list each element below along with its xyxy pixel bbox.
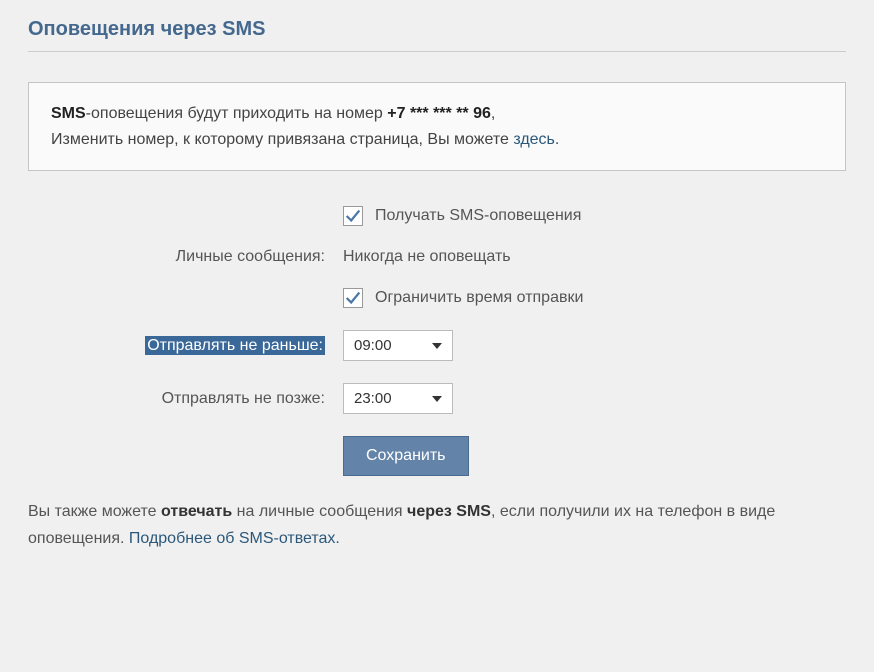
footer-bold-reply: отвечать <box>161 503 232 520</box>
footer-bold-sms: через SMS <box>407 503 491 520</box>
send-after-label: Отправлять не раньше: <box>145 337 325 355</box>
caret-down-icon <box>432 396 442 402</box>
save-button[interactable]: Сохранить <box>343 436 469 476</box>
caret-down-icon <box>432 343 442 349</box>
sms-replies-link[interactable]: Подробнее об SMS-ответах. <box>129 530 340 547</box>
change-number-link[interactable]: здесь. <box>513 131 559 148</box>
info-text-2: Изменить номер, к которому привязана стр… <box>51 131 513 148</box>
send-after-value: 09:00 <box>354 337 392 354</box>
send-after-select[interactable]: 09:00 <box>343 330 453 361</box>
send-before-value: 23:00 <box>354 390 392 407</box>
personal-messages-value[interactable]: Никогда не оповещать <box>343 248 511 266</box>
personal-messages-label: Личные сообщения: <box>98 248 343 266</box>
checkmark-icon <box>344 289 362 307</box>
info-phone-number: +7 *** *** ** 96 <box>387 105 491 122</box>
send-before-select[interactable]: 23:00 <box>343 383 453 414</box>
section-title: Оповещения через SMS <box>28 18 846 52</box>
footer-text: Вы также можете отвечать на личные сообщ… <box>28 498 846 552</box>
info-box: SMS-оповещения будут приходить на номер … <box>28 82 846 171</box>
info-text-1: -оповещения будут приходить на номер <box>86 105 388 122</box>
receive-sms-label: Получать SMS-оповещения <box>375 207 581 225</box>
receive-sms-checkbox[interactable] <box>343 206 363 226</box>
send-before-label: Отправлять не позже: <box>98 390 343 408</box>
limit-time-checkbox[interactable] <box>343 288 363 308</box>
settings-form: Получать SMS-оповещения Личные сообщения… <box>28 206 846 476</box>
checkmark-icon <box>344 207 362 225</box>
info-sms-prefix: SMS <box>51 105 86 122</box>
limit-time-label: Ограничить время отправки <box>375 289 583 307</box>
